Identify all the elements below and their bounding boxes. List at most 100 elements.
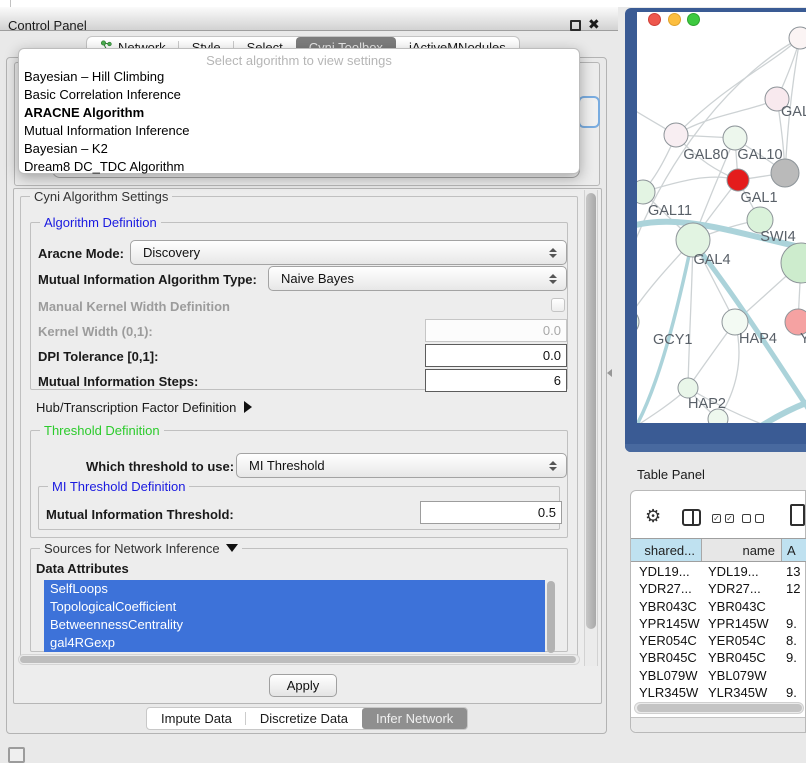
table-cell[interactable]: YPR145W xyxy=(631,615,702,632)
table-cell[interactable]: YBL079W xyxy=(702,667,782,684)
close-panel-icon[interactable]: ✖ xyxy=(588,16,600,33)
network-node-gal80[interactable] xyxy=(664,123,688,147)
node-label: HAP4 xyxy=(739,331,777,347)
attribute-item[interactable]: TopologicalCoefficient xyxy=(44,598,545,616)
tab-infer-network[interactable]: Infer Network xyxy=(362,708,467,729)
network-graph[interactable]: GALGAL80GAL10GAL1GAL11SWI4GAL4GCY1HAP4YH… xyxy=(637,12,806,423)
tab-discretize-data[interactable]: Discretize Data xyxy=(246,708,362,729)
algorithm-option[interactable]: Bayesian – K2 xyxy=(19,140,579,158)
splitter-collapse-icon[interactable] xyxy=(607,369,612,377)
table-cell[interactable]: YER054C xyxy=(702,632,782,649)
gear-icon[interactable]: ⚙ xyxy=(645,506,661,527)
network-node-gcy1[interactable] xyxy=(637,309,639,335)
table-cell[interactable]: 9. xyxy=(782,649,806,666)
node-label: GAL11 xyxy=(648,203,692,219)
mac-zoom-button[interactable] xyxy=(687,13,700,26)
select-all-check-icon[interactable]: ✓ xyxy=(712,514,721,523)
algorithm-option[interactable]: ARACNE Algorithm xyxy=(19,104,579,122)
attribute-item[interactable]: SelfLoops xyxy=(44,580,545,598)
hub-definition-toggle[interactable]: Hub/Transcription Factor Definition xyxy=(36,400,252,415)
table-row[interactable]: YDL19...YDL19...13 xyxy=(631,563,806,580)
table-cell[interactable]: YDL19... xyxy=(631,563,702,580)
table-body: YDL19...YDL19...13YDR27...YDR27...12YBR0… xyxy=(631,563,806,702)
node-label: GAL1 xyxy=(740,190,777,206)
table-cell[interactable]: YDR27... xyxy=(702,580,782,597)
table-cell[interactable]: YPR145W xyxy=(702,615,782,632)
settings-vscrollbar-thumb[interactable] xyxy=(586,193,596,629)
dpi-tolerance-field[interactable]: 0.0 xyxy=(425,344,567,367)
table-cell[interactable]: 9. xyxy=(782,615,806,632)
table-cell[interactable]: YER054C xyxy=(631,632,702,649)
tab-impute-data[interactable]: Impute Data xyxy=(147,708,246,729)
columns-icon[interactable] xyxy=(682,509,701,526)
table-cell[interactable]: YDL19... xyxy=(702,563,782,580)
algorithm-option[interactable]: Basic Correlation Inference xyxy=(19,86,579,104)
attribute-list-scrollbar[interactable] xyxy=(547,581,555,653)
data-attributes-list: SelfLoopsTopologicalCoefficientBetweenne… xyxy=(44,580,545,654)
network-node-hap2[interactable] xyxy=(678,378,698,398)
algorithm-option[interactable]: Bayesian – Hill Climbing xyxy=(19,68,579,86)
table-cell[interactable]: YDR27... xyxy=(631,580,702,597)
file-page-icon[interactable] xyxy=(790,504,805,526)
table-row[interactable]: YDR27...YDR27...12 xyxy=(631,580,806,597)
settings-hscrollbar-thumb[interactable] xyxy=(20,656,576,663)
mi-type-combo[interactable]: Naive Bayes xyxy=(268,266,567,291)
dpi-tolerance-label: DPI Tolerance [0,1]: xyxy=(38,349,158,364)
sources-toggle[interactable]: Sources for Network Inference xyxy=(40,541,242,556)
table-cell[interactable] xyxy=(782,667,806,684)
mi-steps-field[interactable]: 6 xyxy=(425,369,567,392)
table-cell[interactable]: YBR045C xyxy=(631,649,702,666)
deselect-all-box-icon[interactable] xyxy=(742,514,751,523)
aracne-mode-combo[interactable]: Discovery xyxy=(130,240,567,265)
mac-minimize-button[interactable] xyxy=(668,13,681,26)
mi-threshold-field[interactable]: 0.5 xyxy=(420,501,562,524)
table-cell[interactable]: YLR345W xyxy=(702,684,782,701)
kernel-width-label: Kernel Width (0,1): xyxy=(38,324,153,339)
minimized-panel-icon[interactable] xyxy=(8,747,25,763)
manual-kernel-label: Manual Kernel Width Definition xyxy=(38,299,230,314)
which-threshold-combo[interactable]: MI Threshold xyxy=(236,453,567,478)
network-node[interactable] xyxy=(771,159,799,187)
deselect-all-box-icon[interactable] xyxy=(755,514,764,523)
network-node-gal1[interactable] xyxy=(727,169,749,191)
table-panel-footer xyxy=(631,717,805,732)
data-attributes-label: Data Attributes xyxy=(36,561,129,576)
table-row[interactable]: YBL079WYBL079W xyxy=(631,667,806,684)
table-cell[interactable]: 13 xyxy=(782,563,806,580)
node-label: Y xyxy=(800,331,806,347)
top-tick xyxy=(10,0,11,7)
manual-kernel-checkbox[interactable] xyxy=(551,298,565,312)
mac-close-button[interactable] xyxy=(648,13,661,26)
table-cell[interactable]: 9. xyxy=(782,684,806,701)
column-header-2[interactable]: name xyxy=(702,539,782,561)
cyni-group-title: Cyni Algorithm Settings xyxy=(30,189,172,204)
mi-threshold-label: Mutual Information Threshold: xyxy=(46,507,234,522)
attribute-item[interactable]: gal4RGexp xyxy=(44,634,545,652)
control-panel-title: Control Panel xyxy=(8,18,87,33)
table-cell[interactable]: YBL079W xyxy=(631,667,702,684)
table-cell[interactable]: YLR345W xyxy=(631,684,702,701)
column-header-1[interactable]: shared... xyxy=(631,539,702,561)
table-cell[interactable]: 8. xyxy=(782,632,806,649)
table-row[interactable]: YBR045CYBR045C9. xyxy=(631,649,806,666)
algorithm-option[interactable]: Dream8 DC_TDC Algorithm xyxy=(19,158,579,176)
table-row[interactable]: YBR043CYBR043C xyxy=(631,598,806,615)
table-row[interactable]: YPR145WYPR145W9. xyxy=(631,615,806,632)
table-row[interactable]: YLR345WYLR345W9. xyxy=(631,684,806,701)
column-header-3[interactable]: A xyxy=(782,539,806,561)
attribute-item[interactable]: BetweennessCentrality xyxy=(44,616,545,634)
table-cell[interactable] xyxy=(782,598,806,615)
algorithm-option[interactable]: Mutual Information Inference xyxy=(19,122,579,140)
apply-button[interactable]: Apply xyxy=(269,674,337,697)
table-panel-title: Table Panel xyxy=(637,467,705,482)
table-cell[interactable]: YBR043C xyxy=(631,598,702,615)
network-node[interactable] xyxy=(789,27,806,49)
table-cell[interactable]: YBR045C xyxy=(702,649,782,666)
table-hscrollbar-thumb[interactable] xyxy=(637,704,802,712)
table-row[interactable]: YER054CYER054C8. xyxy=(631,632,806,649)
kernel-width-field[interactable]: 0.0 xyxy=(425,319,567,342)
float-panel-icon[interactable] xyxy=(570,20,581,31)
table-cell[interactable]: 12 xyxy=(782,580,806,597)
select-all-check-icon[interactable]: ✓ xyxy=(725,514,734,523)
table-cell[interactable]: YBR043C xyxy=(702,598,782,615)
